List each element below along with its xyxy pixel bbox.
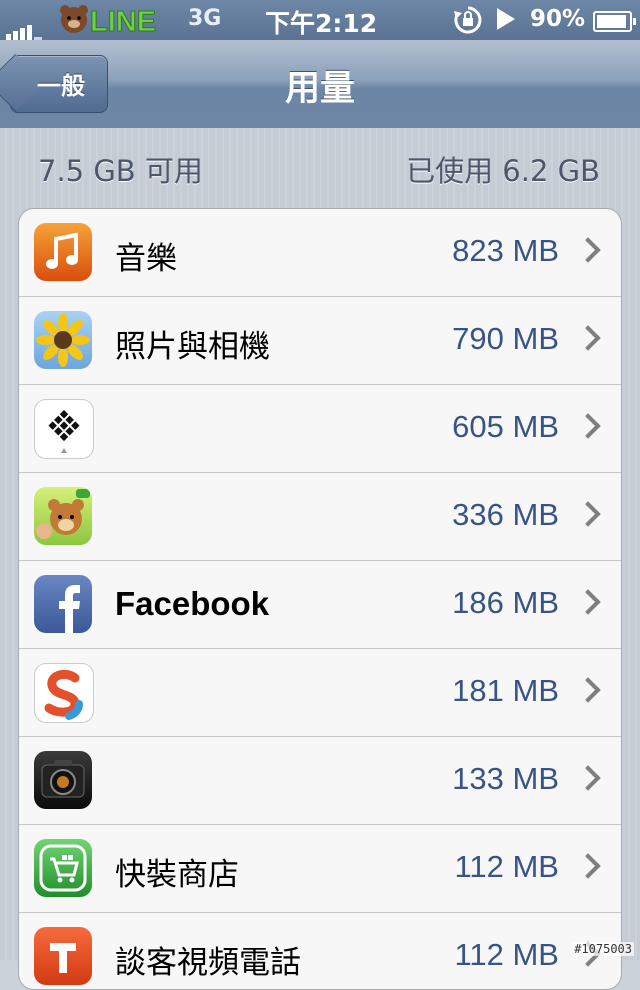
rotation-lock-icon: [452, 5, 484, 41]
app-usage-list: 音樂 823 MB 照片與相機 790 MB 605 MB 336 MB Fac…: [18, 208, 622, 990]
chevron-right-icon: [575, 677, 601, 703]
music-icon: [34, 223, 92, 281]
list-item[interactable]: 談客視頻電話 112 MB: [19, 913, 621, 989]
navigation-bar: 一般 用量: [0, 40, 640, 129]
list-item[interactable]: 音樂 823 MB: [19, 209, 621, 297]
app-size: 790 MB: [452, 321, 559, 356]
app-name: 照片與相機: [115, 329, 270, 365]
chevron-right-icon: [575, 501, 601, 527]
app-name: 快裝商店: [115, 857, 239, 893]
chevron-right-icon: [575, 765, 601, 791]
status-bar: LINE 3G 下午2:12 90%: [0, 0, 640, 40]
page-title: 用量: [284, 69, 355, 109]
chevron-right-icon: [575, 853, 601, 879]
app-name: 音樂: [115, 241, 177, 277]
list-item[interactable]: 照片與相機 790 MB: [19, 297, 621, 385]
app-size: 112 MB: [454, 849, 559, 884]
storage-available: 7.5 GB 可用: [38, 154, 203, 188]
list-item[interactable]: 181 MB: [19, 649, 621, 737]
facebook-icon: [34, 575, 92, 633]
storage-used: 已使用 6.2 GB: [406, 154, 600, 188]
watermark: #1075003: [572, 942, 634, 956]
battery-percentage: 90%: [530, 6, 586, 32]
line-app-logo: LINE: [58, 2, 168, 44]
clock: 下午2:12: [265, 9, 378, 38]
app-size: 133 MB: [452, 761, 559, 796]
app-size: 112 MB: [454, 937, 559, 972]
s-app-icon: [34, 663, 94, 723]
chevron-right-icon: [575, 325, 601, 351]
app-size: 181 MB: [452, 673, 559, 708]
app-size: 605 MB: [452, 409, 559, 444]
now-playing-icon: [497, 8, 515, 30]
app-size: 336 MB: [452, 497, 559, 532]
tango-icon: [34, 927, 92, 985]
battery-icon: [593, 11, 636, 32]
network-type: 3G: [188, 6, 222, 31]
list-item[interactable]: Facebook 186 MB: [19, 561, 621, 649]
signal-strength-icon: [6, 12, 44, 40]
chevron-right-icon: [575, 413, 601, 439]
camera-app-icon: [34, 751, 92, 809]
list-item[interactable]: 快裝商店 112 MB: [19, 825, 621, 913]
list-item[interactable]: 133 MB: [19, 737, 621, 825]
diamond-pattern-app-icon: [34, 399, 94, 459]
photos-sunflower-icon: [34, 311, 92, 369]
chevron-right-icon: [575, 589, 601, 615]
chevron-right-icon: [575, 237, 601, 263]
shopping-cart-icon: [34, 839, 92, 897]
app-size: 823 MB: [452, 233, 559, 268]
line-bear-game-icon: [34, 487, 92, 545]
app-name: Facebook: [115, 585, 270, 622]
svg-text:LINE: LINE: [90, 6, 156, 38]
list-item[interactable]: 336 MB: [19, 473, 621, 561]
app-size: 186 MB: [452, 585, 559, 620]
list-item[interactable]: 605 MB: [19, 385, 621, 473]
